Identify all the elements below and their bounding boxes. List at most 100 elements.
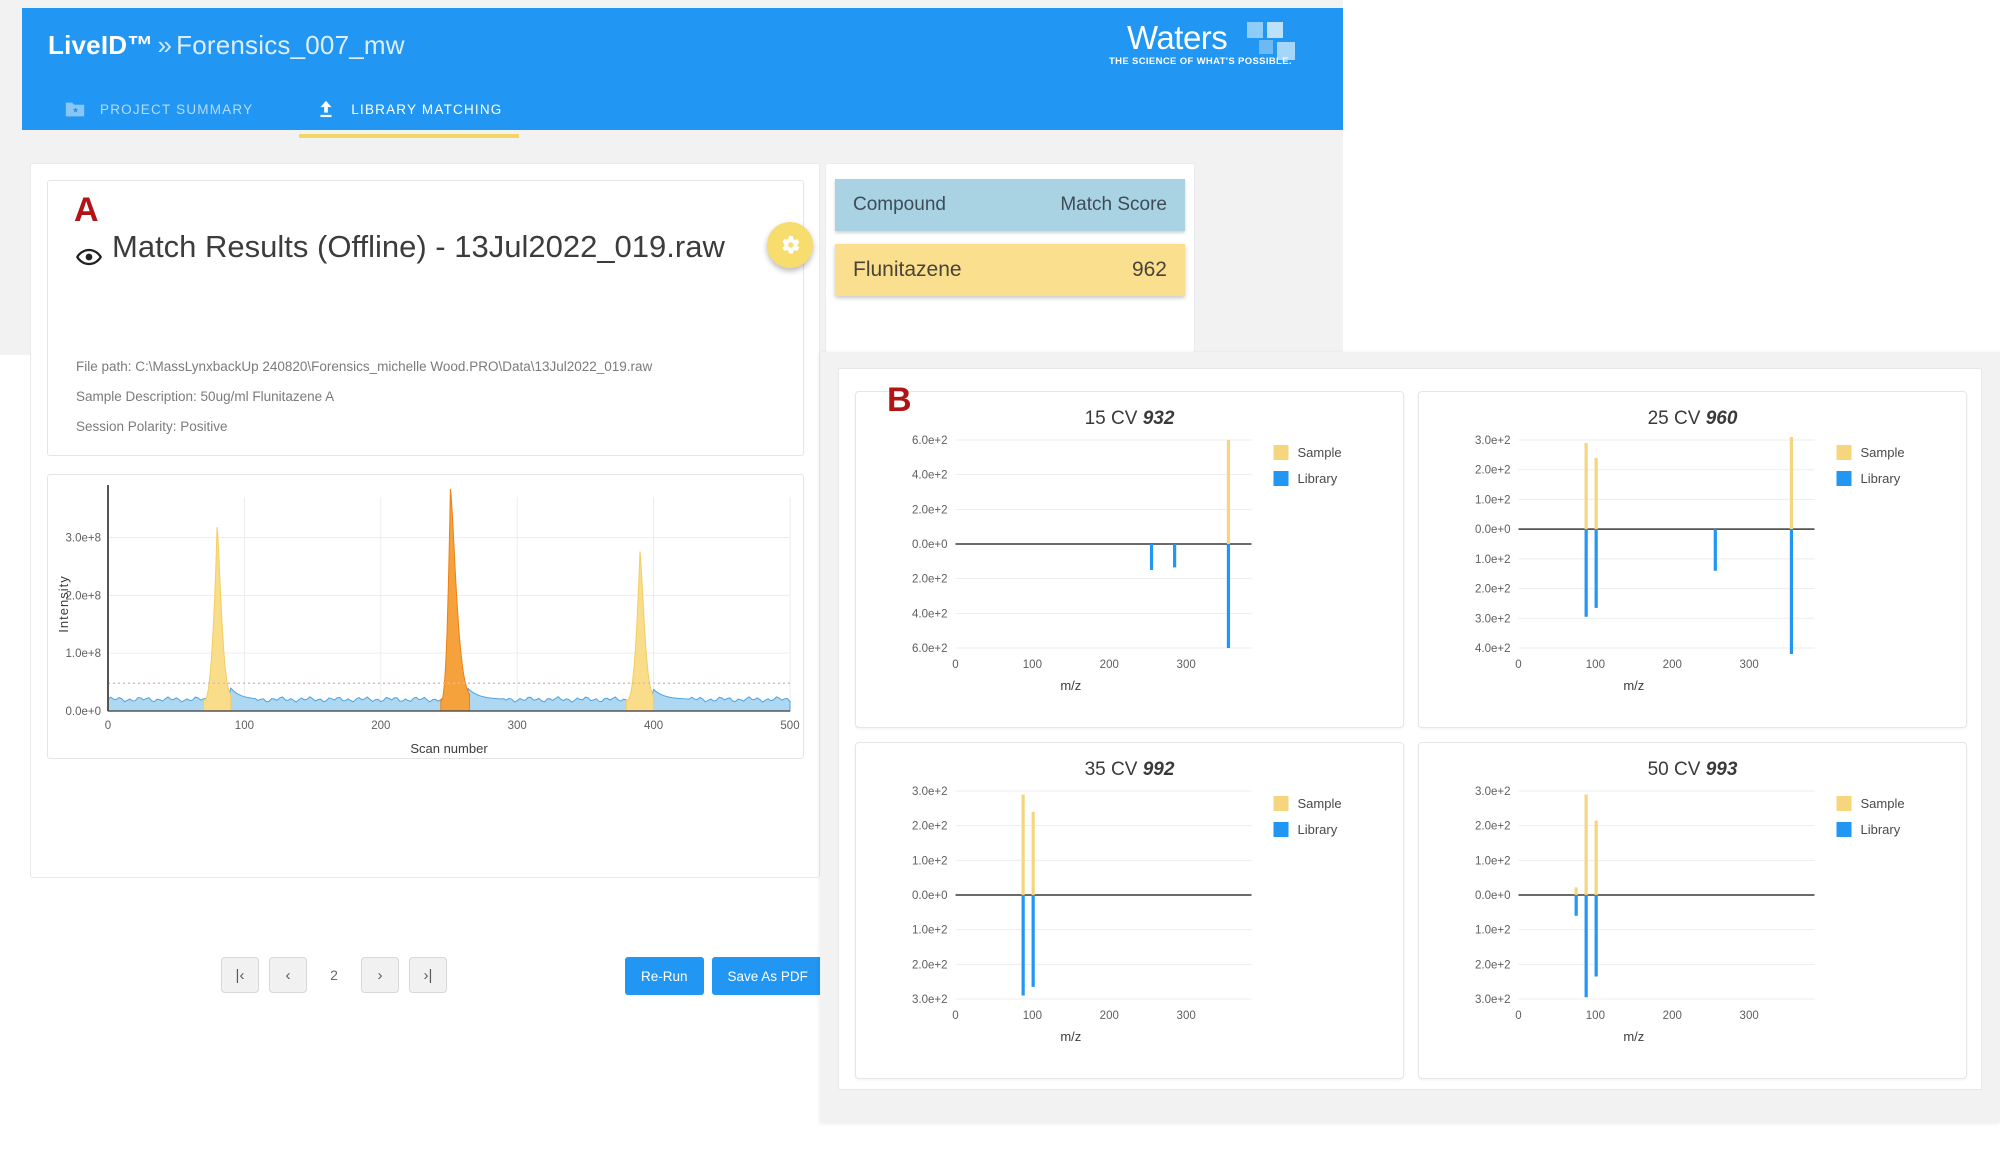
waters-logo: Waters THE SCIENCE OF WHAT'S POSSIBLE. — [1109, 20, 1309, 76]
svg-text:4.0e+2: 4.0e+2 — [912, 470, 948, 482]
svg-text:2.0e+2: 2.0e+2 — [1475, 959, 1511, 971]
svg-text:4.0e+2: 4.0e+2 — [912, 608, 948, 620]
mirror-spectrum-plot[interactable]: 3.0e+2 2.0e+2 1.0e+2 0.0e+0 1.0e+2 2.0e+2 3.0e… — [1419, 426, 1966, 696]
column-header-compound: Compound — [853, 194, 946, 215]
mirror-spectrum-plot[interactable]: 3.0e+2 2.0e+2 1.0e+2 0.0e+0 1.0e+2 2.0e+2 3.0e… — [1419, 777, 1966, 1047]
current-page-number: 2 — [330, 967, 338, 983]
svg-text:2.0e+2: 2.0e+2 — [1475, 465, 1511, 477]
table-header-row: Compound Match Score — [835, 179, 1185, 231]
svg-text:200: 200 — [1100, 1010, 1119, 1022]
svg-text:m/z: m/z — [1623, 1029, 1644, 1044]
svg-text:m/z: m/z — [1060, 678, 1081, 693]
svg-text:3.0e+2: 3.0e+2 — [1475, 786, 1511, 798]
mirror-spectrum-plot[interactable]: 6.0e+2 4.0e+2 2.0e+2 0.0e+0 2.0e+2 4.0e+2 6.0e… — [856, 426, 1403, 696]
svg-text:300: 300 — [1177, 1010, 1196, 1022]
svg-text:Sample: Sample — [1861, 445, 1905, 460]
svg-text:1.0e+2: 1.0e+2 — [1475, 494, 1511, 506]
svg-text:m/z: m/z — [1060, 1029, 1081, 1044]
tab-project-summary[interactable]: PROJECT SUMMARY — [48, 86, 269, 132]
spectrum-card-50cv[interactable]: 50 CV 993 3.0e+2 2.0e+2 1.0e+2 0.0e+0 1.0e+2… — [1418, 742, 1967, 1079]
folder-star-icon — [65, 102, 85, 117]
svg-text:100: 100 — [1023, 1010, 1042, 1022]
svg-text:2.0e+2: 2.0e+2 — [1475, 584, 1511, 596]
figure-label-b: B — [887, 381, 912, 419]
svg-text:1.0e+2: 1.0e+2 — [1475, 855, 1511, 867]
svg-text:0.0e+0: 0.0e+0 — [1475, 524, 1511, 536]
svg-text:2.0e+2: 2.0e+2 — [912, 821, 948, 833]
tab-library-matching[interactable]: LIBRARY MATCHING — [299, 86, 519, 138]
svg-text:3.0e+2: 3.0e+2 — [912, 994, 948, 1006]
match-results-panel: A Match Results (Offline) - 13Jul2022_01… — [30, 163, 824, 995]
svg-text:300: 300 — [1740, 1010, 1759, 1022]
spectrum-card-35cv[interactable]: 35 CV 992 3.0e+2 2.0e+2 1.0e+2 0.0e+0 1.0e+2… — [855, 742, 1404, 1079]
spectrum-card-25cv[interactable]: 25 CV 960 3.0e+2 2.0e+2 1.0e+2 0.0e+0 1.0e+2… — [1418, 391, 1967, 728]
figure-label-a: A — [74, 191, 99, 229]
page-title: Match Results (Offline) - 13Jul2022_019.… — [112, 229, 725, 264]
last-page-button[interactable]: ›| — [409, 957, 447, 993]
svg-text:6.0e+2: 6.0e+2 — [912, 643, 948, 655]
action-buttons: Re-Run Save As PDF — [625, 957, 824, 995]
svg-text:Sample: Sample — [1298, 796, 1342, 811]
svg-text:200: 200 — [1100, 659, 1119, 671]
table-row[interactable]: Flunitazene 962 — [835, 244, 1185, 296]
brand-name: LiveID™ — [48, 30, 154, 60]
svg-text:100: 100 — [1586, 1010, 1605, 1022]
waters-wordmark: Waters — [1127, 19, 1228, 56]
logo-square — [1267, 22, 1283, 38]
tab-label: LIBRARY MATCHING — [351, 101, 503, 117]
svg-text:m/z: m/z — [1623, 678, 1644, 693]
gear-icon — [782, 236, 800, 254]
prev-page-button[interactable]: ‹ — [269, 957, 307, 993]
svg-text:3.0e+2: 3.0e+2 — [1475, 994, 1511, 1006]
svg-text:300: 300 — [1740, 659, 1759, 671]
svg-text:200: 200 — [1663, 659, 1682, 671]
svg-text:2.0e+2: 2.0e+2 — [1475, 821, 1511, 833]
breadcrumb-project: Forensics_007_mw — [176, 30, 405, 60]
upload-icon — [320, 100, 332, 118]
svg-text:0: 0 — [952, 1010, 958, 1022]
compound-match-table: Compound Match Score Flunitazene 962 — [825, 163, 1195, 353]
mirror-spectrum-plot[interactable]: 3.0e+2 2.0e+2 1.0e+2 0.0e+0 1.0e+2 2.0e+2 3.0e… — [856, 777, 1403, 1047]
svg-text:0: 0 — [952, 659, 958, 671]
re-run-button[interactable]: Re-Run — [625, 957, 704, 995]
spectra-grid: 15 CV 932 6.0e+2 4.0e+2 2.0e+2 0.0e+0 2.0e+2… — [855, 391, 1967, 1079]
cell-match-score: 962 — [1131, 258, 1167, 281]
spectra-panel-inner: B 15 CV 932 6.0e+2 4.0e+2 2.0e+2 0.0e+0 2.0e… — [838, 368, 1982, 1090]
svg-text:Library: Library — [1861, 471, 1901, 486]
svg-text:3.0e+2: 3.0e+2 — [1475, 613, 1511, 625]
svg-text:2.0e+2: 2.0e+2 — [912, 959, 948, 971]
eye-icon[interactable] — [76, 244, 102, 270]
waters-tagline: THE SCIENCE OF WHAT'S POSSIBLE. — [1109, 56, 1292, 67]
svg-text:0.0e+0: 0.0e+0 — [1475, 890, 1511, 902]
svg-text:4.0e+2: 4.0e+2 — [1475, 643, 1511, 655]
breadcrumb: LiveID™» Forensics_007_mw — [48, 30, 405, 61]
column-header-match-score: Match Score — [1060, 194, 1167, 215]
svg-text:100: 100 — [1586, 659, 1605, 671]
svg-text:3.0e+2: 3.0e+2 — [1475, 435, 1511, 447]
chromatogram-chart[interactable] — [48, 475, 805, 760]
svg-text:3.0e+2: 3.0e+2 — [912, 786, 948, 798]
meta-session-polarity: Session Polarity: Positive — [76, 419, 228, 434]
svg-text:0.0e+0: 0.0e+0 — [912, 539, 948, 551]
svg-text:Sample: Sample — [1861, 796, 1905, 811]
svg-text:0: 0 — [1515, 1010, 1521, 1022]
svg-text:1.0e+2: 1.0e+2 — [912, 925, 948, 937]
save-as-pdf-button[interactable]: Save As PDF — [711, 957, 824, 995]
app-root: LiveID™» Forensics_007_mw Waters THE SCIE… — [0, 0, 2000, 1158]
active-tab-indicator — [299, 134, 519, 138]
meta-sample-description: Sample Description: 50ug/ml Flunitazene … — [76, 389, 335, 404]
next-page-button[interactable]: › — [361, 957, 399, 993]
svg-text:0.0e+0: 0.0e+0 — [912, 890, 948, 902]
first-page-button[interactable]: |‹ — [221, 957, 259, 993]
spectrum-card-15cv[interactable]: 15 CV 932 6.0e+2 4.0e+2 2.0e+2 0.0e+0 2.0e+2… — [855, 391, 1404, 728]
settings-fab-button[interactable] — [767, 222, 813, 268]
svg-text:2.0e+2: 2.0e+2 — [912, 504, 948, 516]
svg-text:300: 300 — [1177, 659, 1196, 671]
logo-square — [1247, 22, 1263, 38]
svg-text:0: 0 — [1515, 659, 1521, 671]
svg-text:Library: Library — [1298, 822, 1338, 837]
match-info-box: A Match Results (Offline) - 13Jul2022_01… — [47, 180, 804, 456]
app-header: LiveID™» Forensics_007_mw Waters THE SCIE… — [22, 8, 1343, 138]
cell-compound-name: Flunitazene — [853, 258, 962, 281]
svg-text:Library: Library — [1298, 471, 1338, 486]
